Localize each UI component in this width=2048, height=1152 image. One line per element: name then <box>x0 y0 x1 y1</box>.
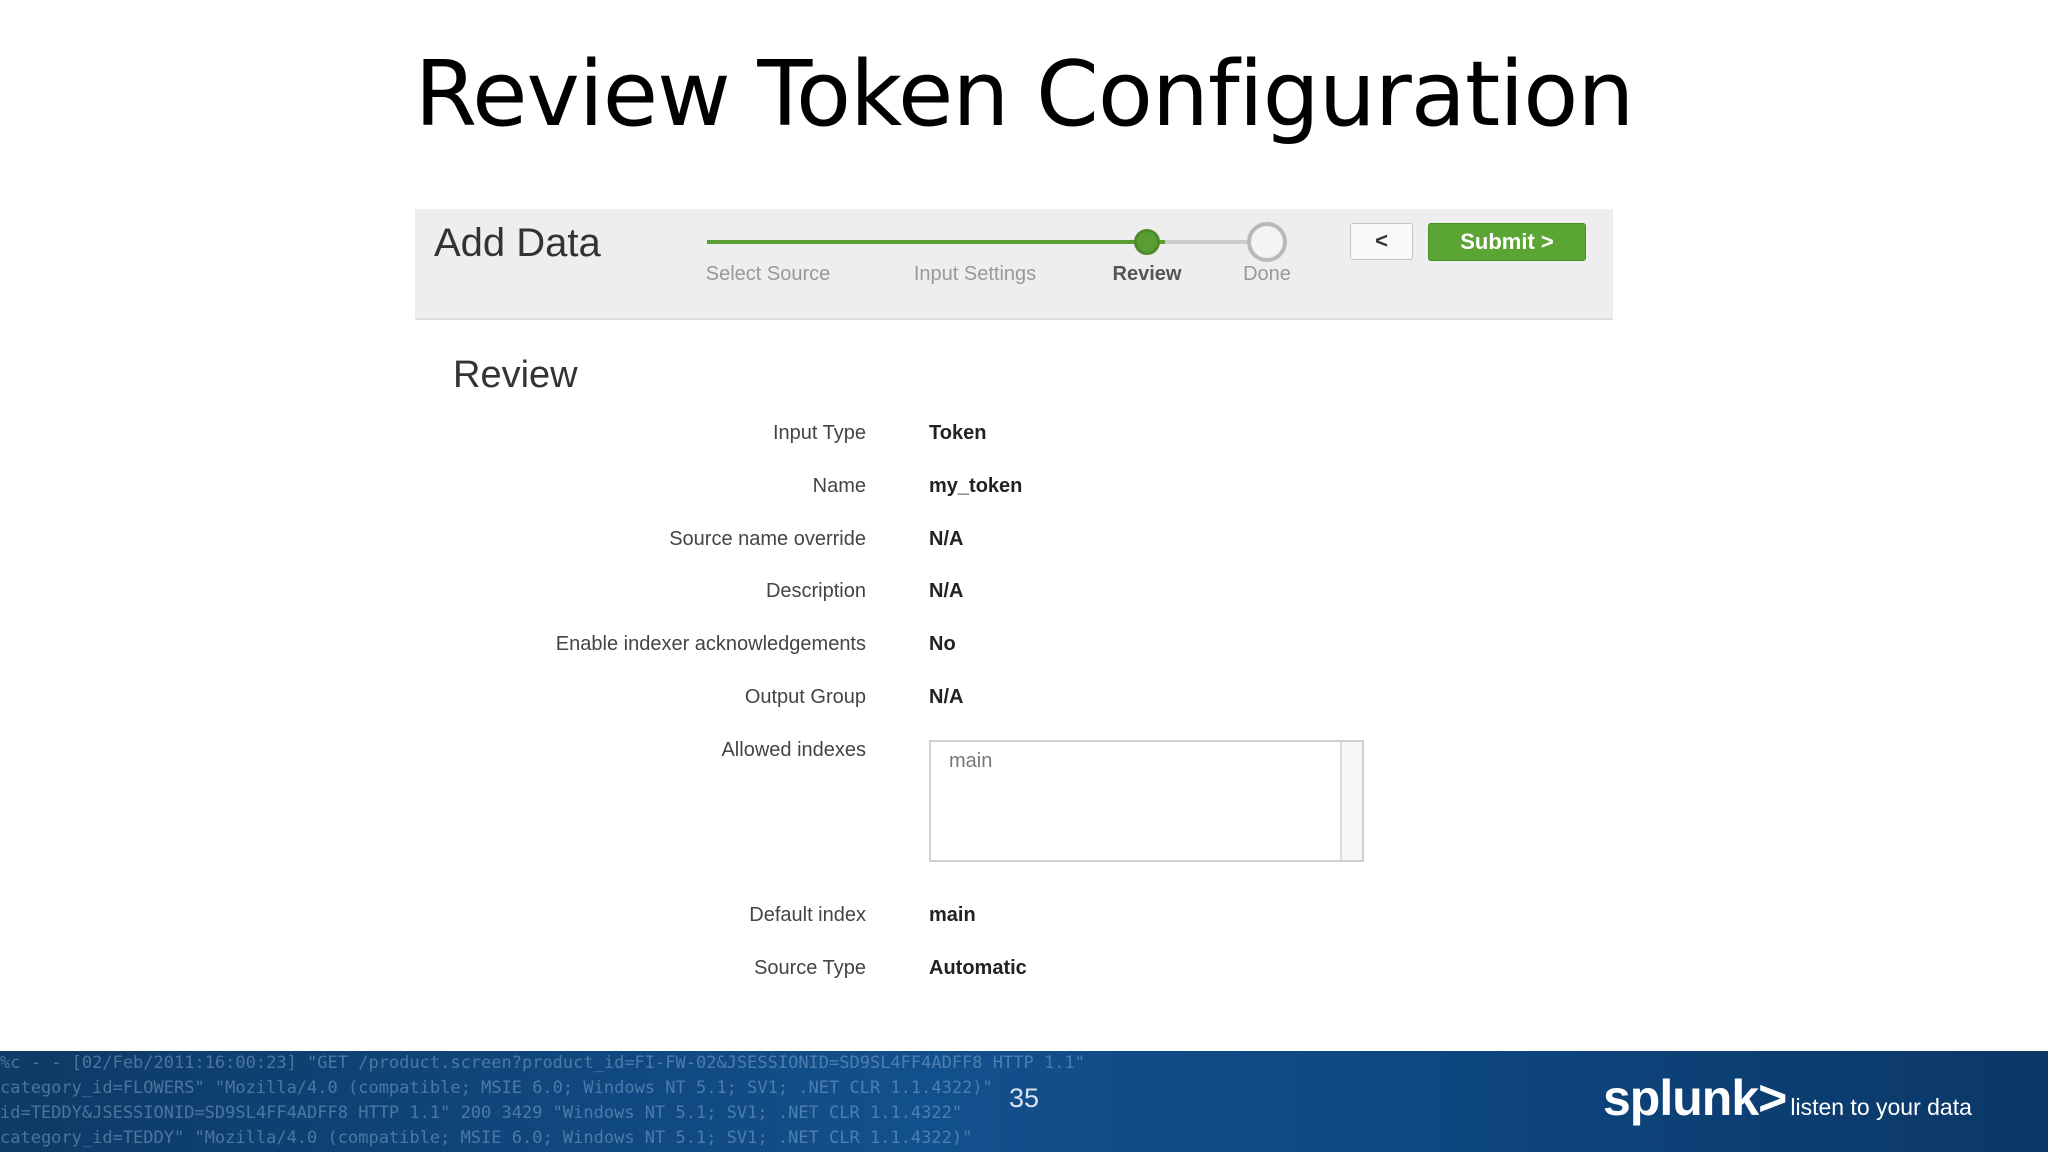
field-label: Allowed indexes <box>721 739 866 761</box>
field-value: Automatic <box>929 957 1027 979</box>
review-row-source-type: Source Type Automatic <box>415 957 1613 997</box>
field-value: N/A <box>929 580 964 602</box>
step-done: Done <box>1243 263 1291 285</box>
review-row-description: Description N/A <box>415 580 1613 620</box>
add-data-screenshot: Add Data Select Source Input Settings Re… <box>415 209 1613 1059</box>
field-value: main <box>929 904 976 926</box>
log-line: category_id=TEDDY" "Mozilla/4.0 (compati… <box>0 1128 973 1148</box>
index-item[interactable]: main <box>949 750 992 773</box>
review-row-default-index: Default index main <box>415 904 1613 944</box>
field-label: Input Type <box>772 422 866 444</box>
brand-tagline: listen to your data <box>1790 1094 1972 1120</box>
review-row-name: Name my_token <box>415 475 1613 515</box>
field-label: Source name override <box>669 528 866 550</box>
field-label: Default index <box>749 904 866 926</box>
step-review: Review <box>1112 263 1182 285</box>
review-row-indexer-ack: Enable indexer acknowledgements No <box>415 633 1613 673</box>
field-label: Output Group <box>744 686 866 708</box>
review-row-input-type: Input Type Token <box>415 422 1613 462</box>
review-heading: Review <box>453 354 578 396</box>
list-scrollbar[interactable] <box>1340 742 1362 860</box>
log-line: %c - - [02/Feb/2011:16:00:23] "GET /prod… <box>0 1053 1085 1073</box>
field-label: Source Type <box>754 957 866 979</box>
field-label: Enable indexer acknowledgements <box>555 633 866 655</box>
review-row-source-name-override: Source name override N/A <box>415 528 1613 568</box>
back-button[interactable]: < <box>1350 223 1413 260</box>
field-value: N/A <box>929 528 964 550</box>
field-value: Token <box>929 422 987 444</box>
field-value: No <box>929 633 956 655</box>
step-input-settings[interactable]: Input Settings <box>914 263 1036 286</box>
progress-line-complete <box>707 240 1165 244</box>
review-row-output-group: Output Group N/A <box>415 686 1613 726</box>
add-data-header: Add Data Select Source Input Settings Re… <box>415 209 1613 320</box>
allowed-indexes-list[interactable]: main <box>929 740 1364 862</box>
step-review-dot <box>1134 229 1160 255</box>
slide-title: Review Token Configuration <box>414 42 1635 147</box>
field-label: Name <box>812 475 866 497</box>
field-value: my_token <box>929 475 1023 497</box>
brand-logo: splunk> <box>1603 1070 1787 1126</box>
step-done-dot <box>1247 222 1287 262</box>
wizard-progress: Select Source Input Settings Review Done <box>690 209 1330 318</box>
step-select-source[interactable]: Select Source <box>706 263 831 286</box>
submit-button[interactable]: Submit > <box>1428 223 1586 261</box>
add-data-title: Add Data <box>434 221 601 265</box>
field-value: N/A <box>929 686 964 708</box>
slide-footer: %c - - [02/Feb/2011:16:00:23] "GET /prod… <box>0 1051 2048 1152</box>
splunk-logo: splunk> listen to your data <box>1603 1069 1972 1127</box>
field-label: Description <box>765 580 866 602</box>
